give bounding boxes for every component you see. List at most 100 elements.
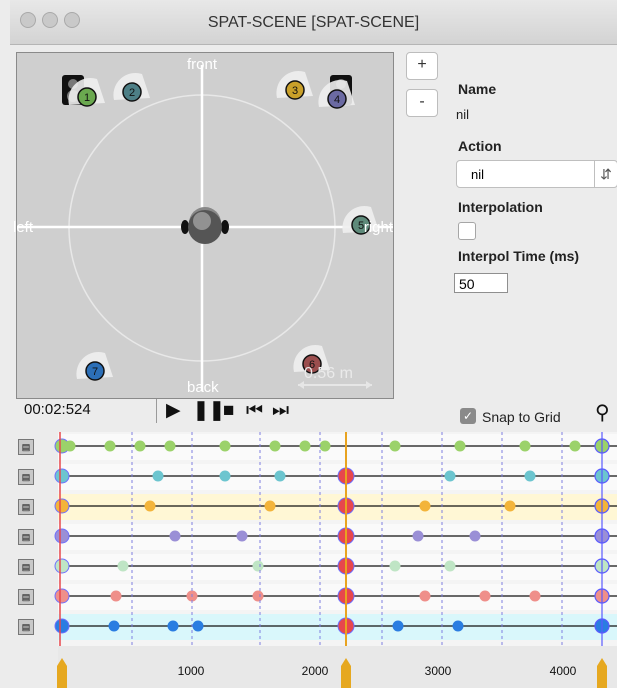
keyframe-point[interactable] — [108, 620, 120, 632]
source-label: 1 — [84, 92, 90, 104]
track-background — [58, 524, 617, 550]
keyframe-point[interactable] — [524, 470, 536, 482]
name-value: nil — [456, 107, 470, 122]
play-icon[interactable]: ▶ — [166, 401, 181, 420]
keyframe-point[interactable] — [252, 590, 264, 602]
snap-to-grid-checkbox[interactable]: ✓ — [460, 408, 476, 424]
scene-canvas[interactable]: 1 2 34567 — [17, 53, 393, 398]
timeline-track[interactable] — [54, 554, 617, 580]
listener-head-icon[interactable] — [181, 207, 229, 244]
timeline-track[interactable] — [54, 584, 617, 610]
keyframe-point[interactable] — [444, 560, 456, 572]
spatial-scene-view[interactable]: 1234567 front back left right 0.56 m — [13, 52, 394, 399]
keyframe-point[interactable] — [252, 560, 264, 572]
keyframe-point[interactable] — [444, 470, 456, 482]
keyframe-point[interactable] — [419, 500, 431, 512]
timeline-track[interactable] — [54, 524, 617, 550]
keyframe-start[interactable] — [54, 558, 70, 574]
keyframe-point[interactable] — [454, 440, 466, 452]
add-source-button[interactable]: + — [406, 52, 438, 80]
chevron-updown-icon: ⇵ — [594, 161, 617, 187]
track-folder-icon[interactable]: ▤ — [18, 499, 34, 515]
interpolation-checkbox[interactable] — [458, 222, 476, 240]
keyframe-point[interactable] — [519, 440, 531, 452]
keyframe-point[interactable] — [167, 620, 179, 632]
time-display: 00:02:524 — [24, 401, 91, 418]
source-7[interactable]: 7 — [76, 351, 113, 381]
magnifier-icon[interactable]: ⚲ — [595, 400, 610, 425]
keyframe-point[interactable] — [264, 500, 276, 512]
timeline[interactable]: 1000 2000 3000 4000 ▤ ▤ ▤ ▤ ▤ ▤ ▤ — [10, 432, 617, 688]
timeline-track[interactable] — [54, 494, 617, 520]
interpol-time-label: Interpol Time (ms) — [458, 248, 580, 264]
keyframe-point[interactable] — [569, 440, 581, 452]
keyframe-point[interactable] — [299, 440, 311, 452]
ruler-tick-label: 1000 — [178, 664, 205, 678]
scale-label: 0.56 m — [304, 365, 353, 382]
stop-icon[interactable]: ■ — [223, 401, 234, 420]
action-select[interactable]: nil ⇵ — [456, 160, 617, 188]
keyframe-start[interactable] — [54, 498, 70, 514]
action-label: Action — [458, 138, 502, 154]
keyframe-point[interactable] — [64, 440, 76, 452]
keyframe-point[interactable] — [412, 530, 424, 542]
keyframe-point[interactable] — [104, 440, 116, 452]
timeline-track[interactable] — [54, 614, 617, 640]
left-label: left — [13, 219, 34, 236]
ruler-tick-label: 2000 — [302, 664, 329, 678]
track-folder-icon[interactable]: ▤ — [18, 559, 34, 575]
keyframe-start[interactable] — [54, 588, 70, 604]
keyframe-point[interactable] — [392, 620, 404, 632]
keyframe-point[interactable] — [319, 440, 331, 452]
keyframe-point[interactable] — [110, 590, 122, 602]
timeline-ruler[interactable] — [58, 646, 617, 688]
keyframe-start[interactable] — [54, 528, 70, 544]
track-highlight — [58, 494, 617, 520]
keyframe-point[interactable] — [274, 470, 286, 482]
pause-icon[interactable]: ❚❚ — [193, 401, 225, 420]
prev-icon[interactable]: ⏮ — [246, 401, 263, 420]
keyframe-point[interactable] — [219, 440, 231, 452]
source-label: 7 — [92, 366, 98, 378]
source-3[interactable]: 3 — [276, 70, 313, 100]
interpol-time-input[interactable]: 50 — [454, 273, 508, 293]
back-label: back — [187, 379, 219, 396]
window-title: SPAT-SCENE [SPAT-SCENE] — [207, 14, 420, 31]
track-folder-icon[interactable]: ▤ — [18, 529, 34, 545]
timeline-track[interactable] — [54, 434, 617, 460]
keyframe-start[interactable] — [54, 468, 70, 484]
track-folder-icon[interactable]: ▤ — [18, 619, 34, 635]
keyframe-point[interactable] — [152, 470, 164, 482]
keyframe-point[interactable] — [504, 500, 516, 512]
keyframe-point[interactable] — [117, 560, 129, 572]
keyframe-point[interactable] — [144, 500, 156, 512]
keyframe-point[interactable] — [389, 560, 401, 572]
timeline-canvas[interactable]: 1000 2000 3000 4000 — [10, 432, 617, 688]
timeline-track[interactable] — [54, 464, 617, 490]
keyframe-point[interactable] — [469, 530, 481, 542]
keyframe-point[interactable] — [452, 620, 464, 632]
track-background — [58, 554, 617, 580]
keyframe-point[interactable] — [236, 530, 248, 542]
source-label: 2 — [129, 87, 135, 99]
track-folder-icon[interactable]: ▤ — [18, 439, 34, 455]
next-icon[interactable]: ⏭ — [272, 401, 289, 420]
front-label: front — [187, 56, 218, 73]
remove-source-button[interactable]: - — [406, 89, 438, 117]
track-folder-icon[interactable]: ▤ — [18, 469, 34, 485]
keyframe-point[interactable] — [164, 440, 176, 452]
keyframe-start[interactable] — [54, 618, 70, 634]
source-label: 4 — [334, 94, 340, 106]
keyframe-point[interactable] — [134, 440, 146, 452]
keyframe-point[interactable] — [169, 530, 181, 542]
keyframe-point[interactable] — [419, 590, 431, 602]
keyframe-point[interactable] — [529, 590, 541, 602]
keyframe-point[interactable] — [269, 440, 281, 452]
keyframe-point[interactable] — [192, 620, 204, 632]
keyframe-point[interactable] — [479, 590, 491, 602]
track-folder-icon[interactable]: ▤ — [18, 589, 34, 605]
keyframe-point[interactable] — [219, 470, 231, 482]
source-2[interactable]: 2 — [113, 72, 150, 102]
snap-to-grid-label: Snap to Grid — [482, 409, 561, 425]
keyframe-point[interactable] — [389, 440, 401, 452]
